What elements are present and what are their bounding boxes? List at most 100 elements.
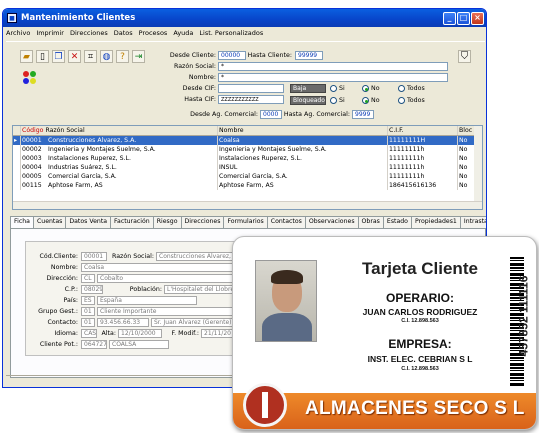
- grupo-input[interactable]: Cliente Importante: [97, 307, 242, 316]
- menu-datos[interactable]: Datos: [114, 29, 133, 37]
- pais-code-input[interactable]: ES: [81, 296, 95, 305]
- menu-procesos[interactable]: Procesos: [139, 29, 168, 37]
- row-razon: Construcciones Alvarez, S.A.: [48, 137, 137, 144]
- maximize-button[interactable]: □: [457, 11, 470, 25]
- tab-estado[interactable]: Estado: [382, 216, 412, 228]
- help-icon[interactable]: ?: [116, 50, 129, 63]
- card-footer: ALMACENES SECO S L: [233, 383, 536, 429]
- col-header-codigo[interactable]: Código: [22, 127, 43, 134]
- desde-cif-input[interactable]: [218, 84, 284, 93]
- window-title: Mantenimiento Clientes: [21, 13, 136, 23]
- hasta-cliente-input[interactable]: 99999: [295, 51, 323, 60]
- tab-formularios[interactable]: Formularios: [223, 216, 268, 228]
- desde-cif-label: Desde CIF:: [182, 85, 216, 92]
- nombre-detail-input[interactable]: Coalsa: [81, 263, 241, 272]
- globe-icon[interactable]: ◍: [100, 50, 113, 63]
- baja-si-radio[interactable]: Si: [330, 85, 345, 92]
- col-header-razon[interactable]: Razón Social: [45, 127, 84, 134]
- baja-todos-radio[interactable]: Todos: [398, 85, 425, 92]
- baja-no-radio[interactable]: No: [362, 85, 380, 92]
- row-nombre: Aphtose Farm, AS: [218, 181, 388, 190]
- row-cif: 186415616136: [388, 181, 458, 190]
- grid-header: Código Razón Social Nombre C.I.F. Bloc: [13, 126, 482, 136]
- barcode-number: 457852 111116: [516, 275, 531, 357]
- desde-cliente-input[interactable]: 00000: [218, 51, 246, 60]
- hasta-cif-input[interactable]: ZZZZZZZZZZZ: [218, 95, 284, 104]
- pais-input[interactable]: España: [97, 296, 197, 305]
- open-icon[interactable]: ▰: [20, 50, 33, 63]
- card-company-ci: C.I. 12.898.563: [401, 366, 439, 372]
- tab-contactos[interactable]: Contactos: [266, 216, 306, 228]
- bloqueado-si-radio[interactable]: Si: [330, 97, 345, 104]
- tab-observaciones[interactable]: Observaciones: [304, 216, 359, 228]
- row-nombre: Coalsa: [218, 136, 388, 145]
- menu-imprimir[interactable]: Imprimir: [36, 29, 64, 37]
- baja-todos-label: Todos: [407, 85, 425, 92]
- bloqueado-si-label: Si: [339, 97, 345, 104]
- col-header-nombre[interactable]: Nombre: [218, 126, 388, 135]
- card-company-label: EMPRESA:: [388, 337, 452, 351]
- minimize-button[interactable]: _: [443, 11, 456, 25]
- alta-input[interactable]: 12/10/2000: [118, 329, 162, 338]
- menu-ayuda[interactable]: Ayuda: [173, 29, 193, 37]
- tab-cuentas[interactable]: Cuentas: [32, 216, 67, 228]
- grupo-code-input[interactable]: 01: [81, 307, 95, 316]
- razon-social-input[interactable]: *: [218, 62, 448, 71]
- direccion-label: Dirección:: [46, 275, 78, 282]
- telefono-input[interactable]: 93.456.66.33: [97, 318, 149, 327]
- tab-facturacion[interactable]: Facturación: [110, 216, 154, 228]
- tab-riesgo[interactable]: Riesgo: [152, 216, 182, 228]
- filter-icon[interactable]: ⛉: [458, 50, 471, 63]
- cod-cliente-input[interactable]: 00001: [81, 252, 107, 261]
- desde-ag-input[interactable]: 0000: [260, 110, 282, 119]
- tab-intrastat[interactable]: Intrastat: [459, 216, 486, 228]
- toolbar: ▰ ▯ ❐ ✕ ⌗ ◍ ? ⇥: [20, 50, 145, 63]
- col-header-codigo-razon[interactable]: Código Razón Social: [21, 126, 218, 135]
- cliente-pot-code-input[interactable]: 064727: [81, 340, 107, 349]
- delete-icon[interactable]: ✕: [68, 50, 81, 63]
- table-row[interactable]: 00002 Ingenieria y Montajes Suelme, S.A. I…: [13, 145, 482, 154]
- contacto-code-input[interactable]: 01: [81, 318, 95, 327]
- hasta-ag-input[interactable]: 9999: [352, 110, 374, 119]
- table-row[interactable]: 00003 Instalaciones Ruperez, S.L. Instalac…: [13, 154, 482, 163]
- row-razon: Industrias Suárez, S.L.: [48, 164, 117, 171]
- card-person-name: JUAN CARLOS RODRIGUEZ: [362, 307, 478, 317]
- tab-datos-venta[interactable]: Datos Venta: [65, 216, 112, 228]
- cp-input[interactable]: 08029: [81, 285, 103, 294]
- row-razon: Comercial García, S.A.: [48, 173, 117, 180]
- row-nombre: Ingenieria y Montajes Suelme, S.A.: [218, 145, 388, 154]
- close-button[interactable]: ×: [471, 11, 484, 25]
- cliente-pot-input[interactable]: COALSA: [109, 340, 169, 349]
- horizontal-scrollbar[interactable]: [13, 201, 482, 209]
- bloqueado-no-radio[interactable]: No: [362, 97, 380, 104]
- title-bar[interactable]: ■ Mantenimiento Clientes _ □ ×: [3, 9, 486, 27]
- row-nombre: Instalaciones Ruperez, S.L.: [218, 154, 388, 163]
- tab-propiedades1[interactable]: Propiedades1: [410, 216, 461, 228]
- direccion-tipo-input[interactable]: CL: [81, 274, 95, 283]
- table-row[interactable]: 00115 Aphtose Farm, AS Aphtose Farm, AS 186…: [13, 181, 482, 190]
- table-row[interactable]: 00005 Comercial García, S.A. Comercial Gar…: [13, 172, 482, 181]
- copy-icon[interactable]: ❐: [52, 50, 65, 63]
- nombre-input[interactable]: *: [218, 73, 448, 82]
- card-role-label: OPERARIO:: [385, 291, 454, 305]
- menu-archivo[interactable]: Archivo: [6, 29, 30, 37]
- bloqueado-todos-radio[interactable]: Todos: [398, 97, 425, 104]
- clear-icon[interactable]: ⌗: [84, 50, 97, 63]
- table-row[interactable]: ▸ 00001 Construcciones Alvarez, S.A. Coalsa…: [13, 136, 482, 145]
- tab-direcciones[interactable]: Direcciones: [180, 216, 225, 228]
- row-code: 00004: [22, 164, 42, 171]
- new-icon[interactable]: ▯: [36, 50, 49, 63]
- col-header-cif[interactable]: C.I.F.: [388, 126, 458, 135]
- menu-direcciones[interactable]: Direcciones: [70, 29, 108, 37]
- direccion-input[interactable]: Cobalto: [97, 274, 242, 283]
- idioma-input[interactable]: CAS: [81, 329, 97, 338]
- colors-icon[interactable]: [22, 70, 36, 84]
- contacto-input[interactable]: Sr. Juan Alvarez (Gerente): [151, 318, 241, 327]
- tab-ficha[interactable]: Ficha: [10, 216, 34, 228]
- tab-obras[interactable]: Obras: [357, 216, 384, 228]
- vertical-scrollbar[interactable]: [474, 126, 482, 202]
- exit-icon[interactable]: ⇥: [132, 50, 145, 63]
- row-selector: ▸: [13, 136, 21, 145]
- menu-list-personalizados[interactable]: List. Personalizados: [199, 29, 263, 37]
- table-row[interactable]: 00004 Industrias Suárez, S.L. INSUL 1111111…: [13, 163, 482, 172]
